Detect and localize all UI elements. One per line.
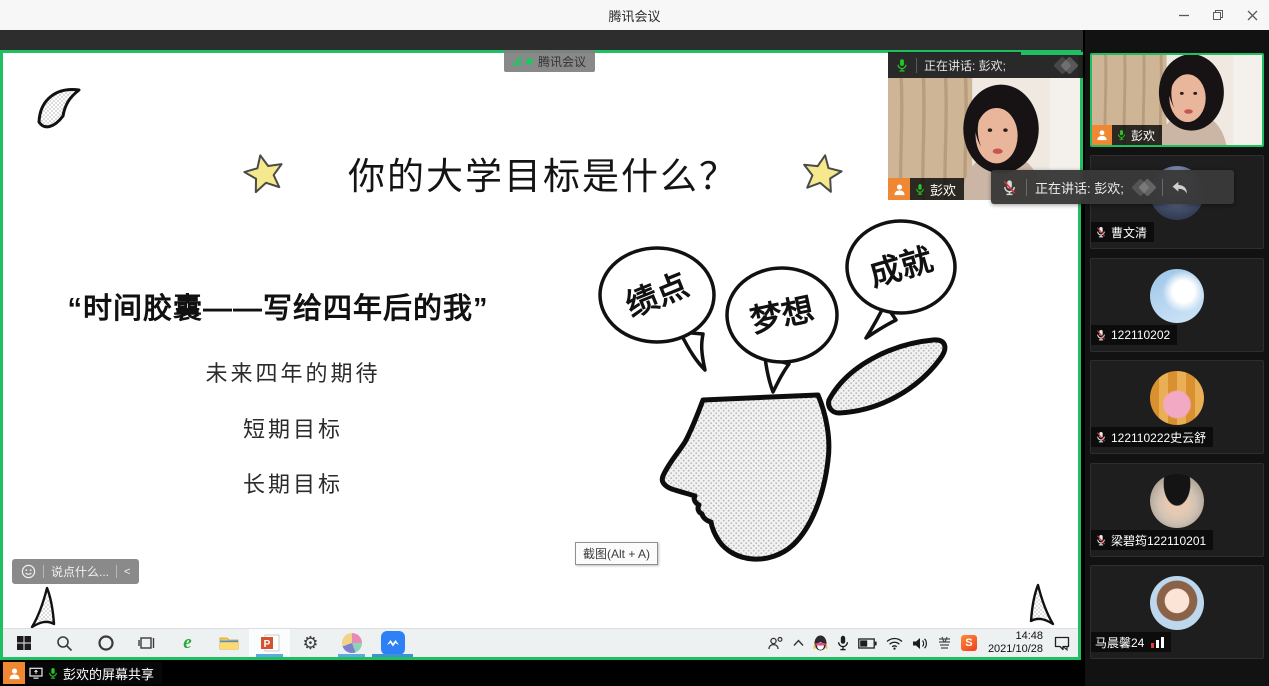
participants-sidebar: 彭欢 曹文清: [1085, 30, 1269, 686]
star-icon: [801, 153, 843, 193]
slide-corner-decoration: [29, 586, 63, 628]
search-icon[interactable]: [44, 629, 85, 657]
person-badge-icon: [888, 178, 910, 200]
signal-bars-icon: [1151, 637, 1164, 648]
minimize-icon[interactable]: [1167, 0, 1201, 30]
svg-text:P: P: [263, 639, 270, 650]
wifi-icon[interactable]: [886, 637, 903, 650]
smiley-icon[interactable]: [21, 564, 36, 579]
participant-name: 马晨馨24: [1095, 634, 1144, 651]
settings-icon[interactable]: ⚙: [290, 629, 331, 657]
share-letterbox-band: [0, 30, 1083, 52]
mic-muted-icon: [1095, 329, 1107, 341]
participant-tile[interactable]: 122110202: [1090, 258, 1264, 352]
sogou-ime-icon[interactable]: S: [961, 635, 977, 651]
screen-share-label: 彭欢的屏幕共享: [63, 664, 154, 683]
chat-quick-bubble[interactable]: 说点什么... <: [12, 559, 139, 584]
speaking-tooltip-text: 正在讲话: 彭欢;: [1035, 178, 1124, 197]
restore-icon[interactable]: [1201, 0, 1235, 30]
ime-icon[interactable]: [937, 636, 952, 650]
screen-share-indicator: 彭欢的屏幕共享: [3, 662, 162, 684]
cortana-icon[interactable]: [85, 629, 126, 657]
participant-tile[interactable]: 122110222史云舒: [1090, 360, 1264, 454]
task-view-icon[interactable]: [126, 629, 167, 657]
microphone-tray-icon[interactable]: [837, 635, 849, 651]
mic-icon: [895, 58, 909, 73]
slide-title: 你的大学目标是什么？: [348, 146, 738, 200]
slide-bullet: 未来四年的期待: [23, 356, 563, 388]
collapse-chevron-icon[interactable]: <: [124, 566, 130, 578]
avatar: [1150, 576, 1204, 630]
file-explorer-icon[interactable]: [208, 629, 249, 657]
mic-icon: [1116, 129, 1127, 141]
head-outline: [662, 395, 829, 559]
system-tray: S 14:48 2021/10/28: [768, 629, 1078, 657]
mic-muted-icon: [1095, 226, 1107, 238]
tencent-meeting-window: 腾讯会议: [0, 0, 1269, 686]
meeting-watermark-icon: [1134, 181, 1154, 194]
taskbar-date: 2021/10/28: [988, 643, 1043, 656]
signal-bars-icon: [513, 56, 521, 66]
participant-tile[interactable]: 马晨馨24: [1090, 565, 1264, 659]
window-controls: [1167, 0, 1269, 30]
speaking-tooltip[interactable]: 正在讲话: 彭欢;: [991, 170, 1234, 204]
gallery-app-icon[interactable]: [331, 629, 372, 657]
close-icon[interactable]: [1235, 0, 1269, 30]
speaker-name: 彭欢: [930, 180, 956, 199]
participant-tile[interactable]: 梁碧筠122110201: [1090, 463, 1264, 557]
slide-bullet: 短期目标: [23, 412, 563, 444]
avatar: [1150, 371, 1204, 425]
participant-name: 122110222史云舒: [1111, 429, 1206, 446]
battery-icon[interactable]: [858, 638, 877, 649]
mic-muted-icon: [1095, 534, 1107, 546]
head-lid: [829, 340, 945, 413]
speaking-banner: 正在讲话: 彭欢;: [888, 52, 1083, 78]
avatar: [1150, 269, 1204, 323]
active-speaker-border: [1021, 52, 1083, 55]
person-badge-icon: [1092, 125, 1112, 145]
hidden-icons-chevron[interactable]: [793, 639, 804, 647]
action-center-icon[interactable]: [1054, 636, 1070, 651]
presenter-taskbar: e P ⚙: [3, 628, 1078, 657]
speaking-banner-text: 正在讲话: 彭欢;: [924, 57, 1006, 74]
screen-share-icon: [29, 667, 43, 679]
mic-muted-icon: [1001, 179, 1018, 196]
taskbar-clock[interactable]: 14:48 2021/10/28: [986, 630, 1045, 656]
browser-icon[interactable]: e: [167, 629, 208, 657]
taskbar-pinned-apps: e P ⚙: [3, 629, 413, 657]
screenshot-tooltip: 截图(Alt + A): [575, 542, 658, 565]
person-badge-icon: [3, 662, 25, 684]
participant-name: 曹文清: [1111, 224, 1147, 241]
mic-icon: [47, 667, 59, 680]
avatar: [1150, 474, 1204, 528]
volume-icon[interactable]: [912, 637, 928, 650]
people-icon[interactable]: [768, 636, 784, 650]
open-head-illustration: 绩点 梦想 成就: [585, 212, 975, 572]
meeting-status-pill[interactable]: 腾讯会议: [504, 50, 595, 72]
slide-bullet: 长期目标: [23, 467, 563, 499]
start-button[interactable]: [3, 629, 44, 657]
mic-muted-icon: [1095, 431, 1107, 443]
slide-quote: “时间胶囊——写给四年后的我”: [18, 285, 538, 327]
participant-tile[interactable]: 彭欢: [1090, 53, 1264, 147]
tencent-meeting-taskbar-icon[interactable]: [372, 629, 413, 657]
window-title: 腾讯会议: [608, 6, 660, 25]
slide-corner-decoration: [33, 84, 91, 136]
taskbar-time: 14:48: [988, 630, 1043, 643]
status-dot-icon: [526, 58, 533, 65]
slide-corner-decoration: [1022, 583, 1056, 627]
mic-icon: [914, 183, 926, 196]
meeting-watermark-icon: [1056, 59, 1076, 72]
window-titlebar: 腾讯会议: [0, 0, 1269, 30]
participant-name: 122110202: [1111, 328, 1170, 342]
reply-arrow-icon[interactable]: [1171, 180, 1189, 195]
powerpoint-icon[interactable]: P: [249, 629, 290, 657]
chat-placeholder[interactable]: 说点什么...: [51, 563, 109, 580]
participant-name: 彭欢: [1131, 127, 1155, 144]
pill-label: 腾讯会议: [538, 53, 586, 70]
qq-icon[interactable]: [813, 635, 828, 651]
star-icon: [243, 153, 285, 193]
slide-title-row: 你的大学目标是什么？: [243, 146, 843, 200]
participant-name: 梁碧筠122110201: [1111, 532, 1206, 549]
